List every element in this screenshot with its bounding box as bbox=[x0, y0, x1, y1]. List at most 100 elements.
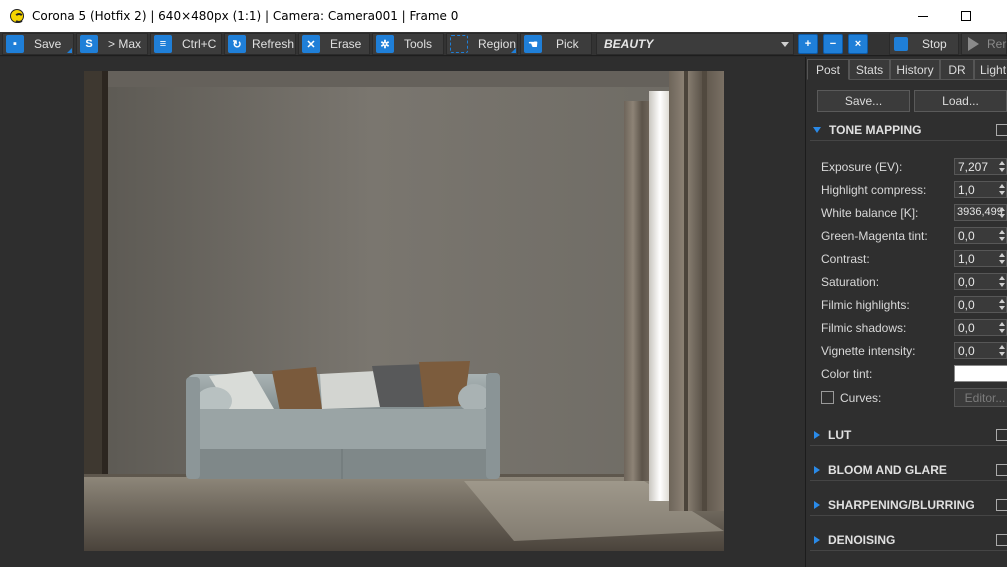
param-filmic-highlights: Filmic highlights: 0,0 bbox=[821, 295, 1007, 314]
spinner-up-icon[interactable] bbox=[999, 253, 1005, 257]
tab-light[interactable]: Light bbox=[974, 59, 1007, 80]
tab-dr[interactable]: DR bbox=[940, 59, 974, 80]
denoise-enable-checkbox[interactable] bbox=[996, 534, 1007, 546]
exposure-spinner[interactable]: 7,207 bbox=[954, 158, 1007, 175]
minimize-button[interactable] bbox=[900, 0, 946, 32]
param-filmic-shadows: Filmic shadows: 0,0 bbox=[821, 318, 1007, 337]
gear-icon: ✲ bbox=[376, 35, 394, 53]
section-lut[interactable]: LUT bbox=[810, 424, 1007, 446]
render-viewport[interactable] bbox=[0, 57, 805, 567]
sharpen-enable-checkbox[interactable] bbox=[996, 499, 1007, 511]
spinner-up-icon[interactable] bbox=[999, 230, 1005, 234]
white-balance-spinner[interactable]: 3936,499 bbox=[954, 204, 1007, 221]
param-saturation: Saturation: 0,0 bbox=[821, 272, 1007, 291]
color-tint-swatch[interactable] bbox=[954, 365, 1007, 382]
bloom-enable-checkbox[interactable] bbox=[996, 464, 1007, 476]
maximize-icon bbox=[961, 11, 971, 21]
curves-checkbox[interactable] bbox=[821, 391, 834, 404]
green-magenta-tint-spinner[interactable]: 0,0 bbox=[954, 227, 1007, 244]
section-sharpening-blurring[interactable]: SHARPENING/BLURRING bbox=[810, 494, 1007, 516]
max-logo-icon: S bbox=[80, 35, 98, 53]
spinner-up-icon[interactable] bbox=[999, 207, 1005, 211]
maximize-button[interactable] bbox=[943, 0, 989, 32]
spinner-up-icon[interactable] bbox=[999, 184, 1005, 188]
param-contrast: Contrast: 1,0 bbox=[821, 249, 1007, 268]
tools-button[interactable]: ✲ Tools bbox=[372, 33, 444, 55]
save-button[interactable]: ▪ Save bbox=[2, 33, 74, 55]
section-denoising[interactable]: DENOISING bbox=[810, 529, 1007, 551]
spinner-up-icon[interactable] bbox=[999, 299, 1005, 303]
spinner-down-icon[interactable] bbox=[999, 260, 1005, 264]
filmic-highlights-spinner[interactable]: 0,0 bbox=[954, 296, 1007, 313]
spinner-up-icon[interactable] bbox=[999, 161, 1005, 165]
spinner-down-icon[interactable] bbox=[999, 352, 1005, 356]
highlight-compress-spinner[interactable]: 1,0 bbox=[954, 181, 1007, 198]
zoom-fit-button[interactable]: × bbox=[848, 34, 868, 54]
collapsed-arrow-icon bbox=[814, 430, 820, 439]
spinner-down-icon[interactable] bbox=[999, 237, 1005, 241]
floppy-icon: ▪ bbox=[6, 35, 24, 53]
play-icon bbox=[968, 37, 979, 51]
panel-tabs: Post Stats History DR Light bbox=[806, 59, 1007, 80]
expanded-arrow-icon bbox=[813, 126, 821, 133]
spinner-up-icon[interactable] bbox=[999, 345, 1005, 349]
post-save-button[interactable]: Save... bbox=[817, 90, 910, 112]
refresh-button[interactable]: ↻ Refresh bbox=[224, 33, 296, 55]
vignette-intensity-spinner[interactable]: 0,0 bbox=[954, 342, 1007, 359]
region-select-icon bbox=[450, 35, 468, 53]
erase-button[interactable]: ✕ Erase bbox=[298, 33, 370, 55]
zoom-out-button[interactable]: − bbox=[823, 34, 843, 54]
chevron-down-icon bbox=[781, 42, 789, 47]
refresh-icon: ↻ bbox=[228, 35, 246, 53]
lut-enable-checkbox[interactable] bbox=[996, 429, 1007, 441]
tab-post[interactable]: Post bbox=[807, 59, 849, 80]
filmic-shadows-spinner[interactable]: 0,0 bbox=[954, 319, 1007, 336]
dropdown-corner-icon bbox=[67, 48, 72, 53]
erase-x-icon: ✕ bbox=[302, 35, 320, 53]
spinner-down-icon[interactable] bbox=[999, 214, 1005, 218]
param-exposure: Exposure (EV): 7,207 bbox=[821, 157, 1007, 176]
spinner-down-icon[interactable] bbox=[999, 306, 1005, 310]
zoom-in-button[interactable]: + bbox=[798, 34, 818, 54]
param-color-tint: Color tint: bbox=[821, 364, 1007, 383]
vfb-toolbar: ▪ Save S > Max ≡ Ctrl+C ↻ Refresh ✕ Eras… bbox=[0, 32, 1007, 56]
stop-square-icon bbox=[894, 37, 908, 51]
param-white-balance: White balance [K]: 3936,499 bbox=[821, 203, 1007, 222]
param-vignette-intensity: Vignette intensity: 0,0 bbox=[821, 341, 1007, 360]
spinner-down-icon[interactable] bbox=[999, 283, 1005, 287]
collapsed-arrow-icon bbox=[814, 465, 820, 474]
spinner-up-icon[interactable] bbox=[999, 276, 1005, 280]
spinner-down-icon[interactable] bbox=[999, 329, 1005, 333]
collapsed-arrow-icon bbox=[814, 500, 820, 509]
zoom-in-icon: + bbox=[804, 38, 812, 50]
saturation-spinner[interactable]: 0,0 bbox=[954, 273, 1007, 290]
curves-editor-button[interactable]: Editor... bbox=[954, 388, 1007, 407]
zoom-fit-icon: × bbox=[854, 38, 862, 50]
pick-button[interactable]: ☚ Pick bbox=[520, 33, 592, 55]
hand-pointer-icon: ☚ bbox=[524, 35, 542, 53]
zoom-out-icon: − bbox=[829, 38, 837, 50]
contrast-spinner[interactable]: 1,0 bbox=[954, 250, 1007, 267]
collapsed-arrow-icon bbox=[814, 535, 820, 544]
section-tone-mapping[interactable]: TONE MAPPING bbox=[810, 119, 1007, 141]
post-load-button[interactable]: Load... bbox=[914, 90, 1007, 112]
param-highlight-compress: Highlight compress: 1,0 bbox=[821, 180, 1007, 199]
spinner-up-icon[interactable] bbox=[999, 322, 1005, 326]
tone-mapping-enable-checkbox[interactable] bbox=[996, 124, 1007, 136]
render-pass-dropdown[interactable]: BEAUTY bbox=[596, 33, 794, 55]
section-bloom-glare[interactable]: BLOOM AND GLARE bbox=[810, 459, 1007, 481]
spinner-down-icon[interactable] bbox=[999, 168, 1005, 172]
tab-stats[interactable]: Stats bbox=[849, 59, 890, 80]
spinner-down-icon[interactable] bbox=[999, 191, 1005, 195]
stop-button[interactable]: Stop bbox=[889, 33, 959, 55]
copy-icon: ≡ bbox=[154, 35, 172, 53]
region-button[interactable]: Region bbox=[446, 33, 518, 55]
title-bar: Corona 5 (Hotfix 2) | 640×480px (1:1) | … bbox=[0, 0, 1007, 32]
copy-button[interactable]: ≡ Ctrl+C bbox=[150, 33, 222, 55]
rendered-image bbox=[84, 71, 724, 551]
tab-history[interactable]: History bbox=[890, 59, 940, 80]
render-button[interactable]: Rer bbox=[961, 33, 1007, 55]
room-render-illustration bbox=[84, 71, 724, 551]
send-to-max-button[interactable]: S > Max bbox=[76, 33, 148, 55]
window-title: Corona 5 (Hotfix 2) | 640×480px (1:1) | … bbox=[32, 9, 459, 23]
